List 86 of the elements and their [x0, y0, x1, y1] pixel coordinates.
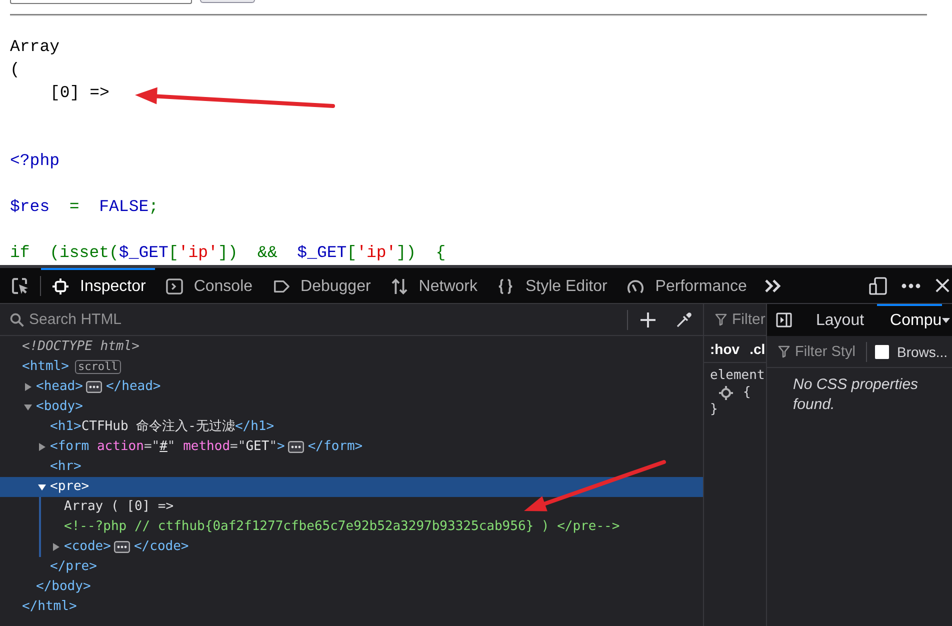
tree-row[interactable]: <form action="#" method="GET"> </form>: [0, 437, 703, 457]
devtools-tab[interactable]: Console: [154, 268, 262, 303]
eyedropper-icon[interactable]: [676, 312, 692, 328]
output-line: [0] =>: [50, 82, 110, 104]
devices-icon[interactable]: [869, 276, 887, 294]
closing-tag: </pre>: [50, 557, 97, 577]
closing-brace: }: [710, 401, 718, 418]
devtools-tab[interactable]: Style Editor: [486, 268, 616, 303]
node-markup: <form action="#" method="GET">: [50, 438, 285, 456]
tree-row[interactable]: <pre>: [0, 477, 703, 497]
node-markup: <hr>: [50, 458, 82, 476]
input-field[interactable]: [10, 0, 192, 4]
checkbox[interactable]: [875, 344, 889, 358]
more-icon[interactable]: [901, 282, 921, 288]
double-chevron-icon[interactable]: [764, 278, 782, 292]
disclosure-icon[interactable]: [38, 483, 46, 491]
devtools-tab[interactable]: Network: [380, 268, 486, 303]
checkbox-label[interactable]: Brows...: [897, 344, 948, 360]
panel-tab[interactable]: Compu: [877, 304, 942, 336]
funnel-icon: [715, 313, 727, 326]
plus-icon[interactable]: [640, 312, 656, 328]
ellipsis-icon[interactable]: [114, 541, 130, 553]
devtools-tab[interactable]: Performance: [616, 268, 756, 303]
tree-row[interactable]: <html> scroll: [0, 357, 703, 377]
cursor-square-icon[interactable]: [10, 276, 30, 296]
node-markup: <!--?php // ctfhub{0af2f1277cfbe65c7e92b52a3297b93325cab956} ) </pre-->: [64, 518, 620, 536]
ellipsis-icon[interactable]: [288, 441, 304, 453]
filter-field[interactable]: Filter: [732, 308, 766, 330]
node-markup: <h1>CTFHub 命令注入-无过滤</h1>: [50, 418, 274, 436]
filter-field[interactable]: Filter Styl: [795, 340, 861, 362]
sidebar-toggle-icon[interactable]: [776, 312, 792, 328]
node-markup: <html>: [22, 358, 69, 376]
prompt-box-icon: [166, 278, 183, 295]
funnel-icon: [778, 345, 790, 358]
empty-message: No CSS properties found.: [793, 375, 920, 415]
closing-tag: </form>: [308, 437, 363, 457]
closing-tag: </body>: [36, 577, 91, 597]
tree-row[interactable]: <body>: [0, 397, 703, 417]
node-markup: Array ( [0] =>: [64, 498, 174, 516]
tree-row[interactable]: </html>: [0, 597, 703, 617]
search-field[interactable]: Search HTML: [29, 308, 627, 330]
search-icon: [10, 312, 24, 326]
tree-row[interactable]: </pre>: [0, 557, 703, 577]
closing-tag: </head>: [106, 377, 161, 397]
disclosure-icon[interactable]: [52, 543, 60, 551]
close-icon[interactable]: [935, 278, 950, 293]
tree-row[interactable]: <hr>: [0, 457, 703, 477]
code-line: $res = FALSE;: [10, 196, 159, 218]
node-markup: <body>: [36, 398, 83, 416]
closing-tag: </code>: [134, 537, 189, 557]
square-crosshair-icon: [52, 278, 69, 295]
panel-tab[interactable]: Layout: [803, 304, 878, 336]
tree-row[interactable]: <code> </code>: [0, 537, 703, 557]
scroll-badge[interactable]: scroll: [74, 360, 121, 374]
disclosure-icon[interactable]: [24, 383, 32, 391]
output-line: Array: [10, 36, 60, 58]
node-markup: <head>: [36, 378, 83, 396]
braces-icon: [497, 278, 514, 295]
devtools-tab[interactable]: Debugger: [262, 268, 380, 303]
up-down-arrows-icon: [390, 278, 408, 295]
toggle-button[interactable]: .cl: [750, 341, 766, 357]
label-shape-icon: [272, 278, 290, 295]
code-line: if (isset($_GET['ip']) && $_GET['ip']) {: [10, 242, 446, 264]
code-line: <?php: [10, 150, 60, 172]
tree-row[interactable]: <head> </head>: [0, 377, 703, 397]
closing-tag: </html>: [22, 597, 77, 617]
tree-row[interactable]: Array ( [0] =>: [0, 497, 703, 517]
form-button[interactable]: [200, 0, 255, 3]
node-markup: <pre>: [50, 478, 90, 496]
ellipsis-icon[interactable]: [86, 381, 102, 393]
output-line: (: [10, 59, 20, 81]
crosshair-icon[interactable]: [719, 386, 733, 400]
tree-row[interactable]: <h1>CTFHub 命令注入-无过滤</h1>: [0, 417, 703, 437]
toggle-button[interactable]: :hov: [710, 341, 740, 357]
tree-row[interactable]: <!DOCTYPE html>: [0, 337, 703, 357]
disclosure-icon[interactable]: [38, 443, 46, 451]
gauge-icon: [627, 278, 644, 295]
selector-text: element: [710, 367, 765, 384]
tree-row[interactable]: <!--?php // ctfhub{0af2f1277cfbe65c7e92b52a3297b93325cab956} ) </pre-->: [0, 517, 703, 537]
opening-brace: {: [743, 384, 751, 401]
node-markup: <!DOCTYPE html>: [22, 338, 140, 356]
disclosure-icon[interactable]: [24, 403, 32, 411]
node-markup: <code>: [64, 538, 111, 556]
caret-icon[interactable]: [942, 318, 950, 322]
devtools-tab[interactable]: Inspector: [41, 268, 155, 303]
tree-row[interactable]: </body>: [0, 577, 703, 597]
